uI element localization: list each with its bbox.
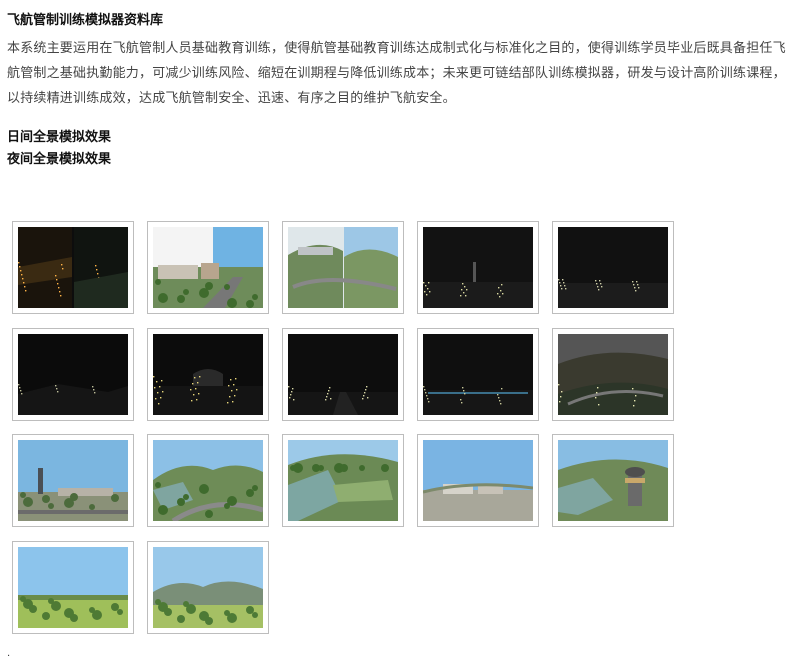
- night-lights-thumb[interactable]: [552, 221, 674, 314]
- article-intro: 本系统主要运用在飞航管制人员基础教育训练，使得航管基础教育训练达成制式化与标准化…: [7, 41, 786, 106]
- day-hangar-thumb[interactable]: [147, 434, 269, 527]
- day-apron-thumb[interactable]: [417, 434, 539, 527]
- thumbnail-image: [18, 547, 128, 628]
- night-section-label: 夜间全景模拟效果: [7, 152, 112, 167]
- day-campus-split-thumb[interactable]: [147, 221, 269, 314]
- dusk-valley-thumb[interactable]: [552, 328, 674, 421]
- night-dark-thumb[interactable]: [12, 328, 134, 421]
- thumbnail-image: [423, 440, 533, 521]
- night-city-split-thumb[interactable]: [12, 221, 134, 314]
- night-buildings-thumb[interactable]: [147, 328, 269, 421]
- thumbnail-image: [558, 334, 668, 415]
- thumbnail-image: [558, 440, 668, 521]
- footer-mark: .: [7, 648, 11, 659]
- thumbnail-image: [18, 440, 128, 521]
- thumbnail-image: [288, 334, 398, 415]
- day-roof-thumb[interactable]: [282, 434, 404, 527]
- night-road-thumb[interactable]: [282, 328, 404, 421]
- day-field-thumb[interactable]: [12, 541, 134, 634]
- thumbnail-image: [558, 227, 668, 308]
- thumbnail-image: [153, 547, 263, 628]
- day-control-tower-thumb[interactable]: [552, 434, 674, 527]
- article: 飞航管制训练模拟器资料库 本系统主要运用在飞航管制人员基础教育训练，使得航管基础…: [7, 0, 795, 171]
- thumbnail-image: [423, 227, 533, 308]
- thumbnail-image: [288, 227, 398, 308]
- thumbnail-image: [18, 227, 128, 308]
- night-tower-thumb[interactable]: [417, 221, 539, 314]
- day-section-label: 日间全景模拟效果: [7, 130, 112, 145]
- thumbnail-image: [153, 227, 263, 308]
- thumbnail-image: [153, 334, 263, 415]
- thumbnail-image: [153, 440, 263, 521]
- thumbnail-image: [288, 440, 398, 521]
- day-hill-split-thumb[interactable]: [282, 221, 404, 314]
- thumbnail-image: [423, 334, 533, 415]
- article-title: 飞航管制训练模拟器资料库: [7, 13, 164, 28]
- day-mountain-thumb[interactable]: [147, 541, 269, 634]
- night-runway-thumb[interactable]: [417, 328, 539, 421]
- day-tower-thumb[interactable]: [12, 434, 134, 527]
- thumbnail-image: [18, 334, 128, 415]
